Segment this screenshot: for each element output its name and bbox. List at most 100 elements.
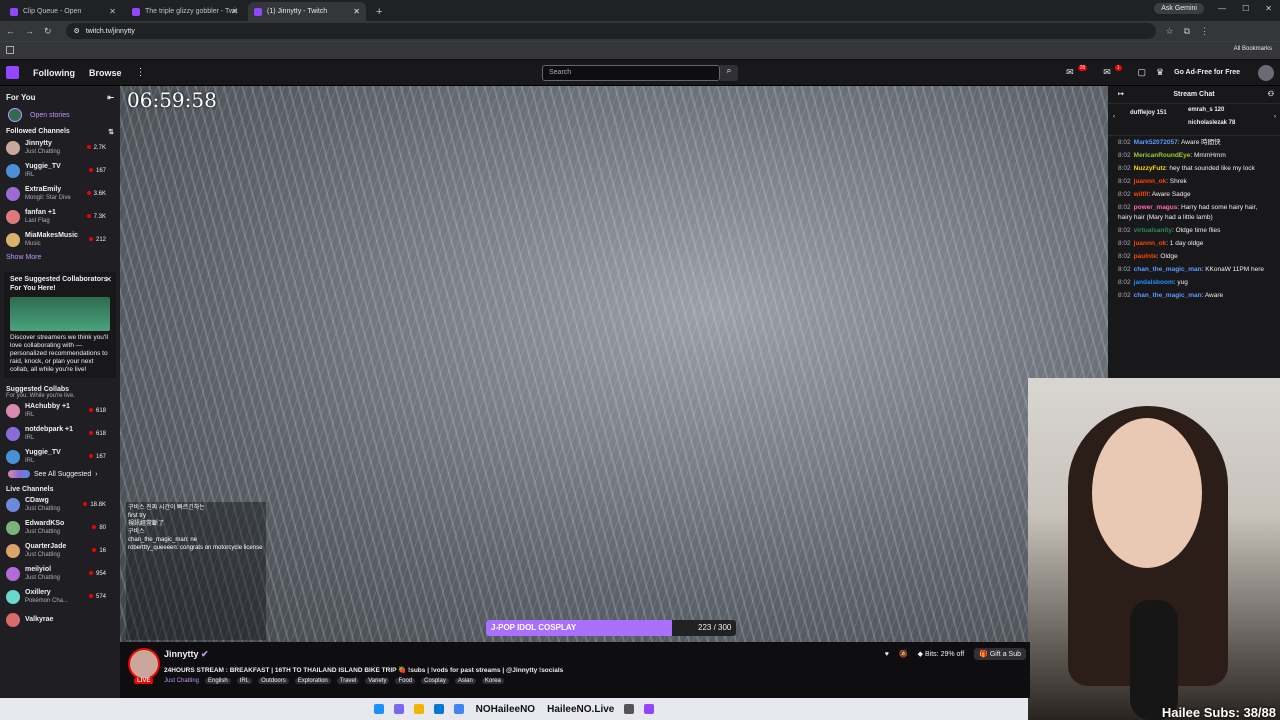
- go-ad-free-button[interactable]: Go Ad-Free for Free: [1174, 69, 1240, 76]
- chat-username[interactable]: NuzzyFutz: [1134, 165, 1166, 172]
- more-icon[interactable]: ⋮: [136, 67, 146, 78]
- url-field[interactable]: ⚙ twitch.tv/jinnytty: [65, 23, 1156, 39]
- back-icon[interactable]: ←: [6, 26, 15, 36]
- channel-item[interactable]: notdebpark +1 IRL 618: [0, 422, 120, 445]
- maximize-icon[interactable]: ☐: [1242, 4, 1249, 13]
- sort-icon[interactable]: ⇅: [108, 128, 114, 136]
- chevron-left-icon[interactable]: ‹: [1113, 114, 1115, 120]
- app-icon[interactable]: [624, 704, 635, 714]
- collapse-chat-icon[interactable]: ↦: [1118, 86, 1124, 104]
- reload-icon[interactable]: ↻: [44, 26, 52, 37]
- forward-icon[interactable]: →: [25, 26, 34, 36]
- whispers-icon[interactable]: ✉: [1103, 67, 1111, 78]
- close-window-icon[interactable]: ✕: [1265, 4, 1272, 13]
- chat-username[interactable]: chan_the_magic_man: [1134, 266, 1202, 273]
- channel-item[interactable]: Yuggie_TV IRL 167: [0, 159, 120, 182]
- chat-username[interactable]: chan_the_magic_man: [1134, 292, 1202, 299]
- minimize-icon[interactable]: —: [1218, 4, 1226, 13]
- browser-tab-1[interactable]: Clip Queue - Open ✕: [4, 2, 122, 21]
- crown-icon[interactable]: ♛: [1156, 67, 1164, 78]
- open-stories-link[interactable]: Open stories: [30, 112, 70, 119]
- edge-icon[interactable]: [433, 704, 444, 714]
- users-icon[interactable]: ⚇: [1268, 86, 1274, 104]
- follow-heart-icon[interactable]: ♥: [885, 651, 889, 658]
- channel-item[interactable]: CDawg Just Chatting 18.8K: [0, 493, 120, 516]
- user-avatar[interactable]: [1258, 65, 1274, 81]
- stream-tag[interactable]: Outdoors: [258, 678, 289, 684]
- stream-tag[interactable]: Travel: [336, 678, 360, 684]
- browse-link[interactable]: Browse: [89, 68, 122, 78]
- channel-avatar[interactable]: [128, 648, 160, 680]
- twitch-logo-icon[interactable]: [6, 66, 19, 79]
- menu-icon[interactable]: ⋮: [1200, 26, 1209, 37]
- channel-item[interactable]: fanfan +1 Last Flag 7.3K: [0, 205, 120, 228]
- chevron-right-icon[interactable]: ›: [1274, 114, 1276, 120]
- chat-username[interactable]: MericanRoundEye: [1134, 152, 1191, 159]
- stream-tag[interactable]: Variety: [365, 678, 390, 684]
- channel-name: CDawg Just Chatting: [25, 497, 60, 512]
- bookmark-star-icon[interactable]: ☆: [1166, 26, 1174, 37]
- channel-item[interactable]: EdwardKSo Just Chatting 80: [0, 516, 120, 539]
- search-input[interactable]: Search: [542, 65, 720, 81]
- video-player[interactable]: 06:59:58 구비스 진짜 시간이 빠르긴하는 first try 視訊經常…: [120, 86, 1108, 642]
- channel-item[interactable]: HAchubby +1 IRL 618: [0, 399, 120, 422]
- extensions-icon[interactable]: ⧉: [1184, 26, 1190, 37]
- channel-item[interactable]: QuarterJade Just Chatting 16: [0, 539, 120, 562]
- bits-offer[interactable]: ◆ Bits: 29% off: [918, 650, 965, 658]
- chat-username[interactable]: jandalsboom: [1134, 279, 1174, 286]
- channel-name-text: Yuggie_TV: [25, 162, 61, 170]
- channel-item[interactable]: Jinnytty Just Chatting 2.7K: [0, 136, 120, 159]
- close-tab-icon[interactable]: ✕: [231, 7, 238, 16]
- stream-tag[interactable]: IRL: [236, 678, 253, 684]
- following-link[interactable]: Following: [33, 68, 75, 78]
- copilot-icon[interactable]: [393, 704, 404, 714]
- channel-item[interactable]: MiaMakesMusic Music 212: [0, 228, 120, 251]
- see-all-suggested-link[interactable]: See All Suggested: [34, 471, 91, 478]
- chrome-icon[interactable]: [453, 704, 464, 714]
- chat-username[interactable]: virtualsanity: [1134, 227, 1172, 234]
- channel-item[interactable]: Valkyrae: [0, 608, 120, 631]
- apps-grid-icon[interactable]: [6, 46, 14, 54]
- search-icon[interactable]: ⌕: [720, 65, 738, 81]
- ask-gemini-button[interactable]: Ask Gemini: [1154, 3, 1204, 14]
- channel-item[interactable]: Yuggie_TV IRL 167: [0, 445, 120, 468]
- channel-item[interactable]: meilyiol Just Chatting 954: [0, 562, 120, 585]
- category-link[interactable]: Just Chatting: [164, 678, 199, 684]
- close-tab-icon[interactable]: ✕: [109, 7, 116, 16]
- all-bookmarks-button[interactable]: All Bookmarks: [1234, 46, 1272, 52]
- stream-tag[interactable]: Exploration: [294, 678, 331, 684]
- channel-item[interactable]: Oxillery Pokémon Cha... 574: [0, 585, 120, 608]
- channel-item[interactable]: ExtraEmily Mongil: Star Dive 3.6K: [0, 182, 120, 205]
- chat-username[interactable]: paulnte: [1134, 253, 1157, 260]
- channel-avatar: [6, 209, 20, 224]
- stream-tag[interactable]: Korea: [481, 678, 504, 684]
- chat-username[interactable]: wilfif: [1134, 191, 1149, 198]
- site-info-icon[interactable]: ⚙: [74, 27, 80, 35]
- see-all-suggested-row[interactable]: See All Suggested ›: [0, 468, 120, 480]
- stream-tag[interactable]: Asian: [454, 678, 476, 684]
- open-stories-row[interactable]: Open stories: [0, 102, 120, 128]
- stream-tag[interactable]: English: [205, 678, 231, 684]
- close-tab-icon[interactable]: ✕: [353, 7, 360, 16]
- windows-start-icon[interactable]: [373, 704, 384, 714]
- stream-tag[interactable]: Food: [395, 678, 416, 684]
- collab-preview-image: [10, 296, 110, 331]
- show-more-link[interactable]: Show More: [0, 251, 120, 264]
- chat-username[interactable]: power_magus: [1134, 204, 1178, 211]
- file-explorer-icon[interactable]: [413, 704, 424, 714]
- chat-icon[interactable]: ▢: [1138, 67, 1147, 78]
- browser-tab-2[interactable]: The triple glizzy gobbler - Twit ✕: [126, 2, 244, 21]
- notifications-icon[interactable]: ✉: [1066, 67, 1074, 78]
- twitch-app-icon[interactable]: [644, 704, 655, 714]
- notification-bell-icon[interactable]: 🔕: [899, 650, 908, 658]
- stream-tag[interactable]: Cosplay: [421, 678, 449, 684]
- chat-username[interactable]: juannn_ok: [1134, 178, 1167, 185]
- chat-username[interactable]: juannn_ok: [1134, 240, 1167, 247]
- browser-tab-3[interactable]: (1) Jinnytty - Twitch ✕: [248, 2, 366, 21]
- new-tab-button[interactable]: +: [376, 6, 382, 18]
- close-icon[interactable]: ✕: [105, 275, 112, 284]
- gift-sub-button[interactable]: 🎁 Gift a Sub: [974, 648, 1026, 660]
- collapse-sidebar-icon[interactable]: ⇤: [107, 93, 114, 102]
- channel-name[interactable]: Jinnytty ✔: [164, 649, 209, 660]
- chat-username[interactable]: Mark52072057: [1134, 139, 1178, 146]
